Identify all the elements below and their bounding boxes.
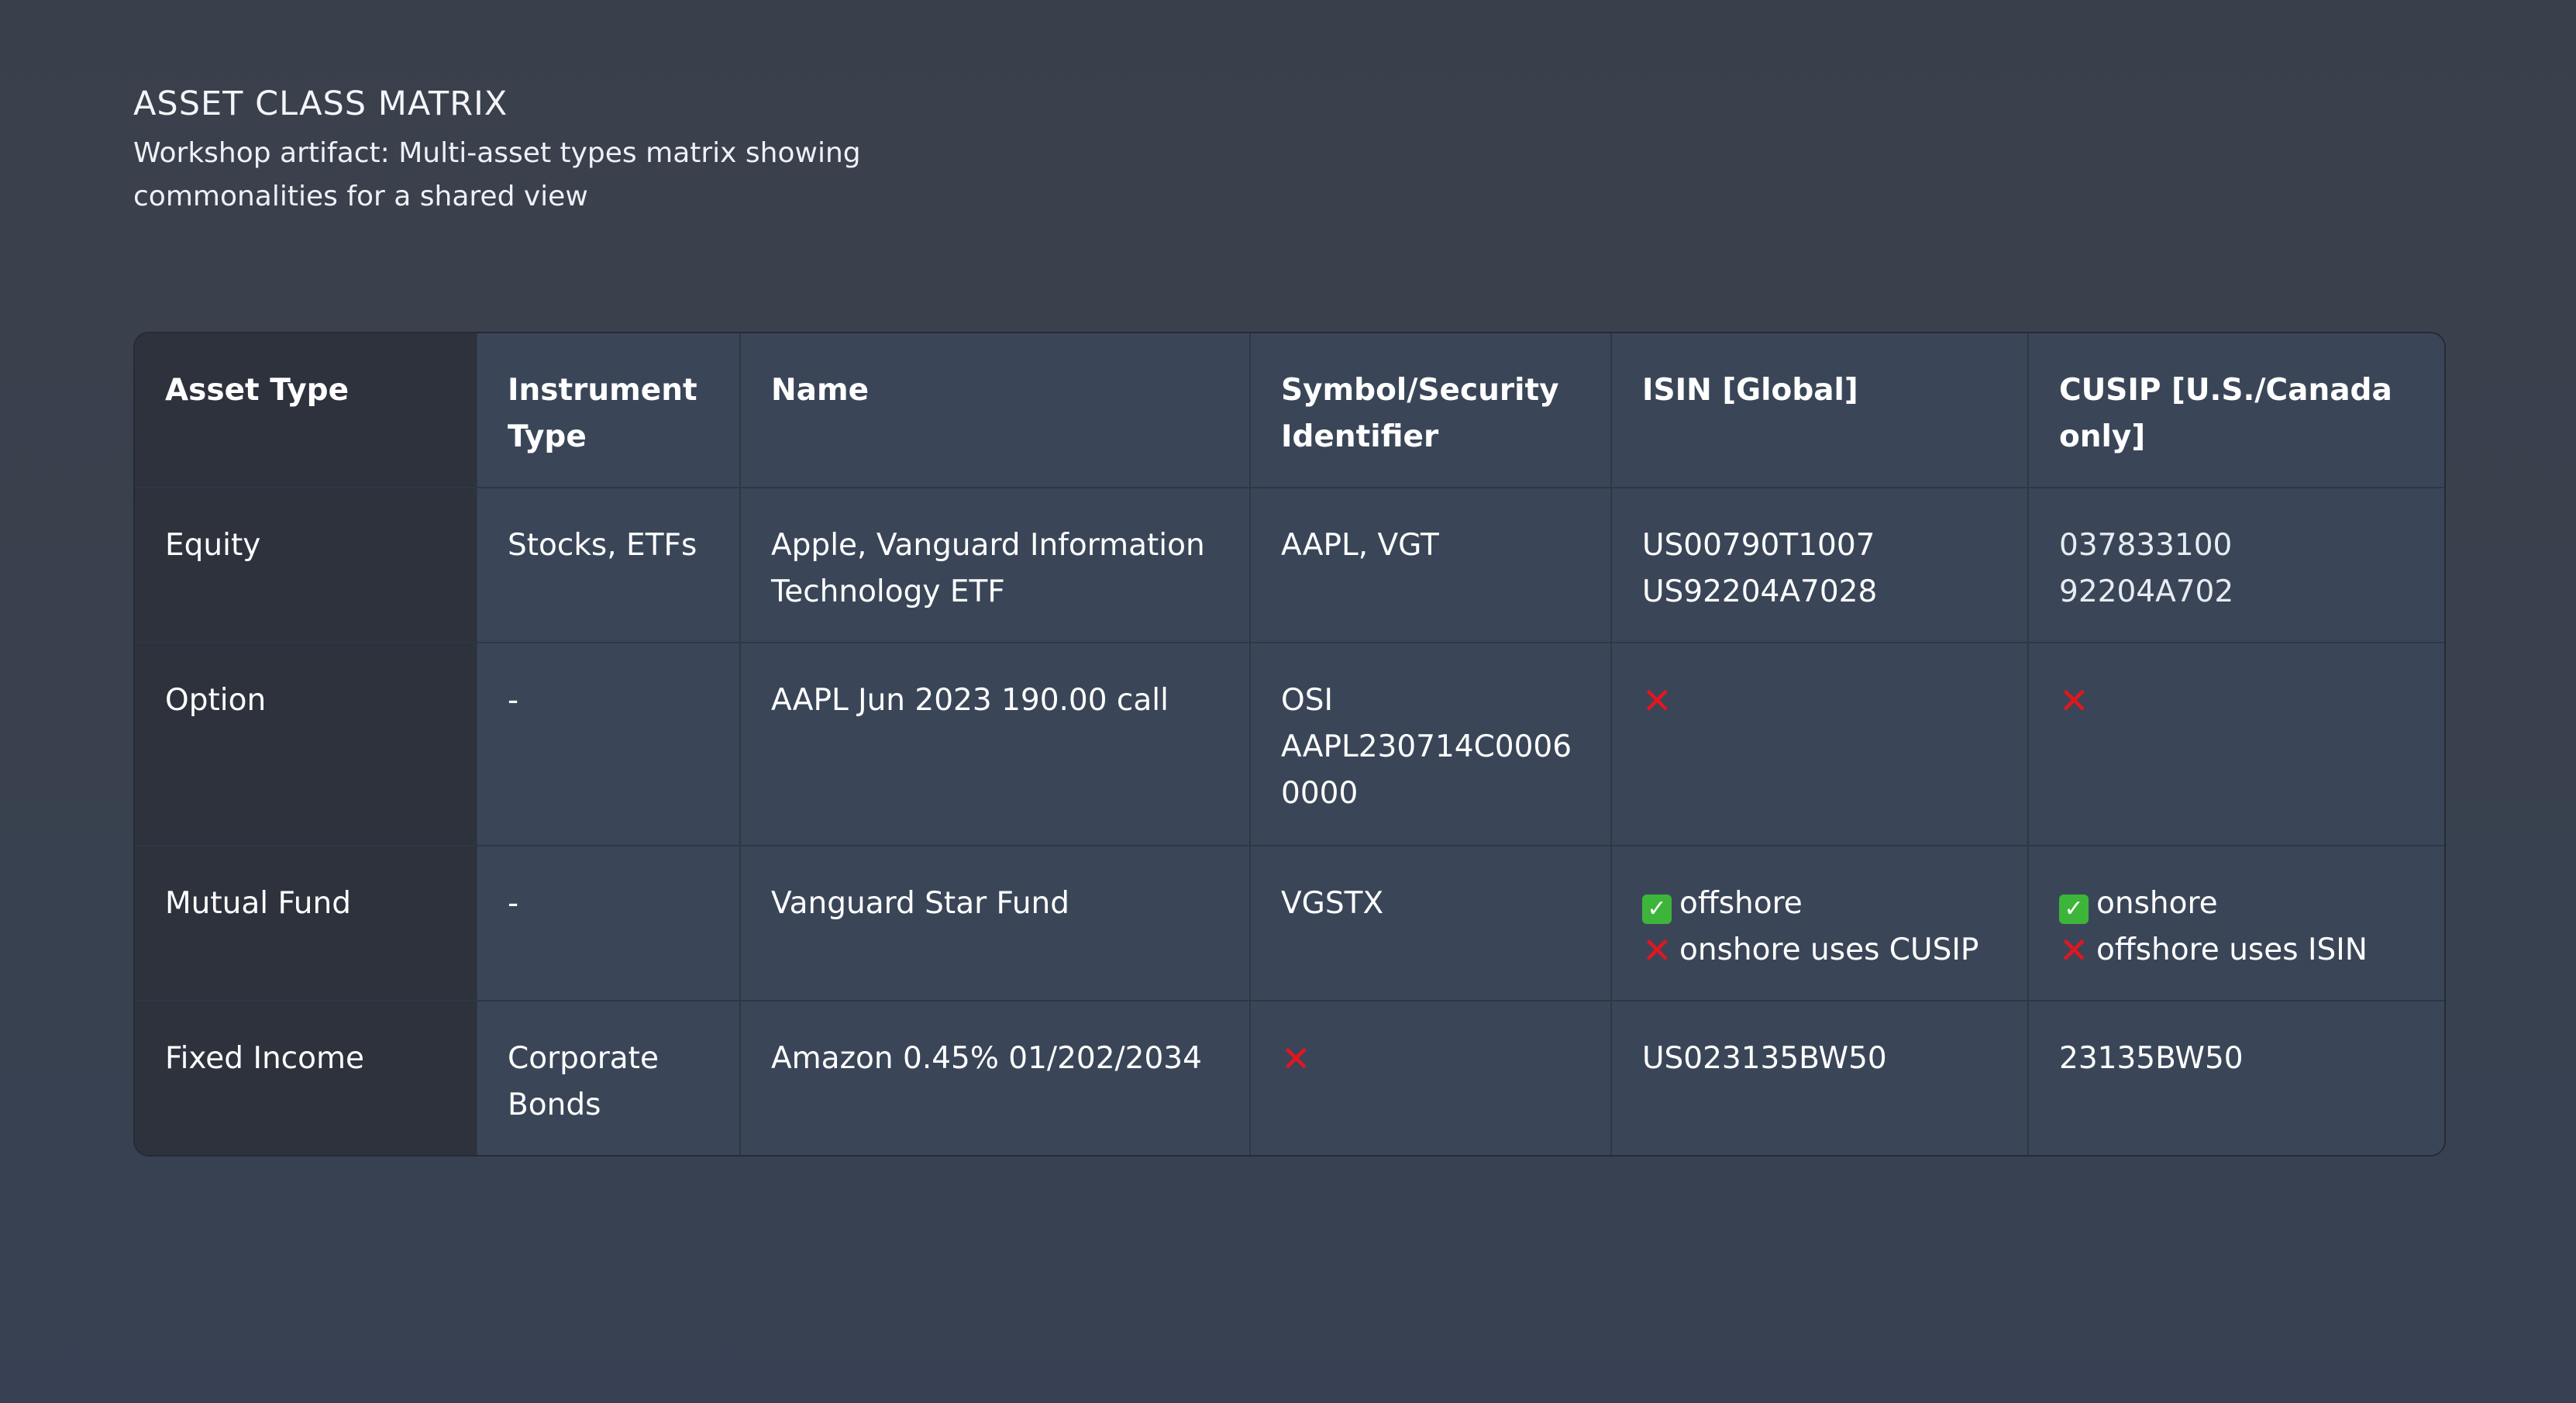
header-row: Asset Type Instrument Type Name Symbol/S… xyxy=(135,333,2444,488)
column-header-instrument-type: Instrument Type xyxy=(477,333,741,488)
cross-mark-icon: ✕ xyxy=(2059,680,2089,722)
isin-note-text: onshore uses CUSIP xyxy=(1679,932,1979,967)
symbol-label: OSI xyxy=(1281,683,1333,718)
cusip-note: ✓ onshore xyxy=(2059,881,2415,927)
column-header-isin: ISIN [Global] xyxy=(1611,333,2029,488)
cell-name: Apple, Vanguard Information Technology E… xyxy=(740,488,1251,643)
isin-value: US92204A7028 xyxy=(1642,574,1878,609)
cell-instrument-type: Corporate Bonds xyxy=(477,1001,741,1155)
cusip-value: 92204A702 xyxy=(2059,574,2234,609)
cell-isin: US00790T1007 US92204A7028 xyxy=(1611,488,2029,643)
cusip-value: 037833100 xyxy=(2059,528,2233,563)
matrix-table: Asset Type Instrument Type Name Symbol/S… xyxy=(135,333,2444,1155)
cell-instrument-type: Stocks, ETFs xyxy=(477,488,741,643)
isin-value: US00790T1007 xyxy=(1642,528,1875,563)
cell-asset-type: Equity xyxy=(135,488,477,643)
cusip-note-text: onshore xyxy=(2096,886,2218,921)
cross-mark-icon: ✕ xyxy=(2059,929,2089,971)
table-row-fixed-income: Fixed Income Corporate Bonds Amazon 0.45… xyxy=(135,1001,2444,1155)
isin-note: ✕ onshore uses CUSIP xyxy=(1642,927,1998,974)
cell-cusip: 23135BW50 xyxy=(2059,1041,2244,1076)
page-subtitle: Workshop artifact: Multi-asset types mat… xyxy=(133,137,861,212)
check-mark-icon: ✓ xyxy=(2059,895,2089,924)
asset-class-matrix: Asset Type Instrument Type Name Symbol/S… xyxy=(133,332,2446,1157)
cell-name: AAPL Jun 2023 190.00 call xyxy=(740,643,1251,846)
cell-cusip: 037833100 92204A702 xyxy=(2028,488,2444,643)
cell-asset-type: Option xyxy=(135,643,477,846)
cell-symbol: VGSTX xyxy=(1250,846,1612,1001)
cell-asset-type: Fixed Income xyxy=(135,1001,477,1155)
cell-isin: ✓ offshore ✕ onshore uses CUSIP xyxy=(1611,846,2029,1001)
column-header-symbol: Symbol/Security Identifier xyxy=(1250,333,1612,488)
table-row-equity: Equity Stocks, ETFs Apple, Vanguard Info… xyxy=(135,488,2444,643)
column-header-cusip: CUSIP [U.S./Canada only] xyxy=(2028,333,2444,488)
cell-cusip: ✓ onshore ✕ offshore uses ISIN xyxy=(2028,846,2444,1001)
page-title: ASSET CLASS MATRIX xyxy=(133,84,508,123)
cell-isin: US023135BW50 xyxy=(1611,1001,2029,1155)
cell-cusip: ✕ xyxy=(2028,643,2444,846)
check-mark-icon: ✓ xyxy=(1642,895,1672,924)
symbol-value: AAPL230714C00060000 xyxy=(1281,729,1572,811)
table-row-mutual-fund: Mutual Fund - Vanguard Star Fund VGSTX ✓… xyxy=(135,846,2444,1001)
cell-isin: ✕ xyxy=(1611,643,2029,846)
cross-mark-icon: ✕ xyxy=(1642,680,1672,722)
cell-instrument-type: - xyxy=(477,846,741,1001)
cell-name: Vanguard Star Fund xyxy=(740,846,1251,1001)
cell-symbol: ✕ xyxy=(1250,1001,1612,1155)
cusip-note: ✕ offshore uses ISIN xyxy=(2059,927,2415,974)
cell-instrument-type: - xyxy=(477,643,741,846)
column-header-asset-type: Asset Type xyxy=(135,333,477,488)
column-header-name: Name xyxy=(740,333,1251,488)
cusip-note-text: offshore uses ISIN xyxy=(2096,932,2368,967)
cell-name: Amazon 0.45% 01/202/2034 xyxy=(740,1001,1251,1155)
cell-symbol: AAPL, VGT xyxy=(1250,488,1612,643)
cross-mark-icon: ✕ xyxy=(1642,929,1672,971)
isin-note-text: offshore xyxy=(1679,886,1803,921)
page-header: ASSET CLASS MATRIX Workshop artifact: Mu… xyxy=(133,84,1063,219)
cross-mark-icon: ✕ xyxy=(1281,1038,1311,1080)
cell-symbol: OSI AAPL230714C00060000 xyxy=(1250,643,1612,846)
table-row-option: Option - AAPL Jun 2023 190.00 call OSI A… xyxy=(135,643,2444,846)
isin-note: ✓ offshore xyxy=(1642,881,1998,927)
cell-asset-type: Mutual Fund xyxy=(135,846,477,1001)
